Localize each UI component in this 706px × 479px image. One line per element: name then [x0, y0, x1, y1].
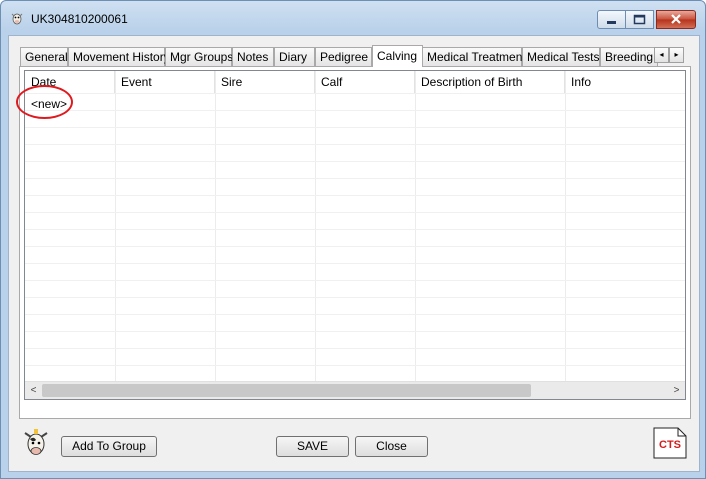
- tab-breeding[interactable]: Breeding: [600, 47, 658, 67]
- column-header-sire[interactable]: Sire: [215, 71, 315, 93]
- grid-row-line: [25, 229, 685, 230]
- scrollbar-thumb[interactable]: [42, 384, 531, 397]
- cow-logo-icon: [24, 429, 48, 455]
- title-bar[interactable]: UK304810200061: [1, 1, 705, 35]
- grid-divider: [215, 71, 216, 381]
- record-window: UK304810200061 General Movement History …: [0, 0, 706, 479]
- grid-divider: [315, 71, 316, 381]
- minimize-icon: [607, 21, 616, 24]
- tab-calving[interactable]: Calving: [372, 45, 423, 67]
- tab-movement-history[interactable]: Movement History: [68, 47, 170, 67]
- scroll-left-arrow-icon[interactable]: <: [25, 382, 42, 399]
- cts-logo: CTS: [653, 427, 687, 459]
- window-title: UK304810200061: [31, 12, 128, 26]
- save-button[interactable]: SAVE: [276, 436, 349, 457]
- tab-medical-tests[interactable]: Medical Tests: [522, 47, 600, 67]
- grid-row-line: [25, 297, 685, 298]
- grid-divider: [415, 71, 416, 381]
- tab-scroll-right-button[interactable]: ▸: [669, 47, 684, 63]
- grid-row-line: [25, 178, 685, 179]
- grid-row-line: [25, 263, 685, 264]
- tab-mgr-groups[interactable]: Mgr Groups: [165, 47, 233, 67]
- tab-general[interactable]: General: [20, 47, 68, 67]
- grid-row-line: [25, 348, 685, 349]
- grid-row-line: [25, 246, 685, 247]
- column-header-info[interactable]: Info: [565, 71, 685, 93]
- grid-row-line: [25, 110, 685, 111]
- grid-row-line: [25, 144, 685, 145]
- new-row-highlight-circle: [16, 85, 73, 119]
- tab-diary[interactable]: Diary: [274, 47, 315, 67]
- horizontal-scrollbar[interactable]: < >: [25, 381, 685, 399]
- grid-header: Date Event Sire Calf Description of Birt…: [25, 71, 685, 93]
- column-header-calf[interactable]: Calf: [315, 71, 415, 93]
- cts-logo-text: CTS: [659, 439, 681, 451]
- grid-row-line: [25, 365, 685, 366]
- close-button[interactable]: Close: [355, 436, 428, 457]
- scroll-right-arrow-icon[interactable]: >: [668, 382, 685, 399]
- grid-row-line: [25, 127, 685, 128]
- grid-row-line: [25, 212, 685, 213]
- maximize-button[interactable]: [625, 10, 654, 29]
- grid-row-line: [25, 280, 685, 281]
- tab-notes[interactable]: Notes: [232, 47, 274, 67]
- calving-panel: Date Event Sire Calf Description of Birt…: [19, 66, 691, 419]
- grid-row-line: [25, 331, 685, 332]
- grid-row-line: [25, 314, 685, 315]
- maximize-icon: [633, 14, 646, 25]
- tab-pedigree[interactable]: Pedigree: [315, 47, 372, 67]
- dialog-body: General Movement History Mgr Groups Note…: [8, 35, 700, 472]
- add-to-group-button[interactable]: Add To Group: [61, 436, 157, 457]
- grid-divider: [565, 71, 566, 381]
- grid-row-line: [25, 93, 685, 94]
- close-window-button[interactable]: [656, 10, 696, 29]
- tab-strip: General Movement History Mgr Groups Note…: [20, 45, 658, 67]
- calving-grid[interactable]: Date Event Sire Calf Description of Birt…: [24, 70, 686, 400]
- column-header-event[interactable]: Event: [115, 71, 215, 93]
- cow-icon: [11, 13, 23, 25]
- grid-divider: [115, 71, 116, 381]
- grid-row-line: [25, 195, 685, 196]
- column-header-description-of-birth[interactable]: Description of Birth: [415, 71, 565, 93]
- tab-medical-treatment[interactable]: Medical Treatment: [422, 47, 526, 67]
- grid-row-line: [25, 161, 685, 162]
- minimize-button[interactable]: [597, 10, 626, 29]
- close-icon: [671, 14, 681, 24]
- tab-scroll-left-button[interactable]: ◂: [654, 47, 669, 63]
